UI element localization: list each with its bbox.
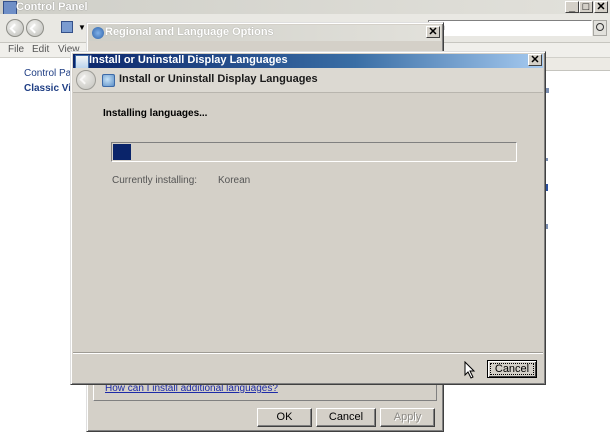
search-icon	[596, 23, 604, 31]
install-dialog-window-title: Install or Uninstall Display Languages	[89, 54, 288, 66]
content-fragment-3	[546, 184, 548, 191]
install-languages-dialog: Install or Uninstall Display Languages ✕…	[70, 51, 546, 385]
address-dropdown-icon[interactable]: ▼	[78, 23, 86, 32]
install-dialog-header-title: Install or Uninstall Display Languages	[119, 73, 318, 85]
address-icon	[61, 21, 73, 33]
language-icon	[75, 55, 89, 69]
content-fragment-1	[546, 88, 549, 93]
install-back-button[interactable]	[76, 70, 96, 90]
regional-dialog-titlebar: Regional and Language Options ✕	[89, 25, 441, 41]
apply-button[interactable]: Apply	[380, 408, 435, 427]
sidebar-classic-view[interactable]: Classic Vie	[24, 83, 77, 94]
close-button[interactable]: ✕	[594, 1, 608, 13]
ok-button[interactable]: OK	[257, 408, 312, 427]
menu-file[interactable]: File	[8, 44, 24, 55]
regional-cancel-button[interactable]: Cancel	[316, 408, 376, 427]
install-progress-bar	[111, 142, 517, 162]
content-fragment-2	[546, 158, 548, 161]
content-area-right	[546, 58, 610, 437]
install-dialog-footer-divider	[73, 352, 543, 354]
install-cancel-button[interactable]: Cancel	[487, 360, 537, 378]
forward-button[interactable]	[26, 19, 44, 37]
menu-edit[interactable]: Edit	[32, 44, 49, 55]
regional-dialog-title: Regional and Language Options	[105, 26, 274, 38]
install-progress-fill	[113, 144, 131, 160]
installing-status-heading: Installing languages...	[103, 108, 208, 119]
install-close-button[interactable]: ✕	[528, 54, 542, 66]
currently-installing-value: Korean	[218, 175, 251, 186]
mouse-cursor-icon	[464, 361, 476, 379]
search-input[interactable]: rch	[428, 20, 592, 36]
content-fragment-4	[546, 224, 548, 229]
minimize-button[interactable]: _	[565, 1, 579, 13]
globe-icon	[92, 27, 104, 39]
content-divider	[545, 58, 610, 71]
language-header-icon	[102, 74, 115, 87]
regional-close-button[interactable]: ✕	[426, 26, 440, 38]
control-panel-titlebar: Control Panel _ □ ✕	[0, 0, 610, 15]
search-button[interactable]	[593, 20, 607, 36]
currently-installing-label: Currently installing:	[112, 175, 198, 186]
install-dialog-titlebar: Install or Uninstall Display Languages ✕	[73, 54, 543, 69]
control-panel-icon	[3, 1, 17, 15]
control-panel-title: Control Panel	[16, 1, 88, 13]
maximize-button[interactable]: □	[579, 1, 593, 13]
back-button[interactable]	[6, 19, 24, 37]
